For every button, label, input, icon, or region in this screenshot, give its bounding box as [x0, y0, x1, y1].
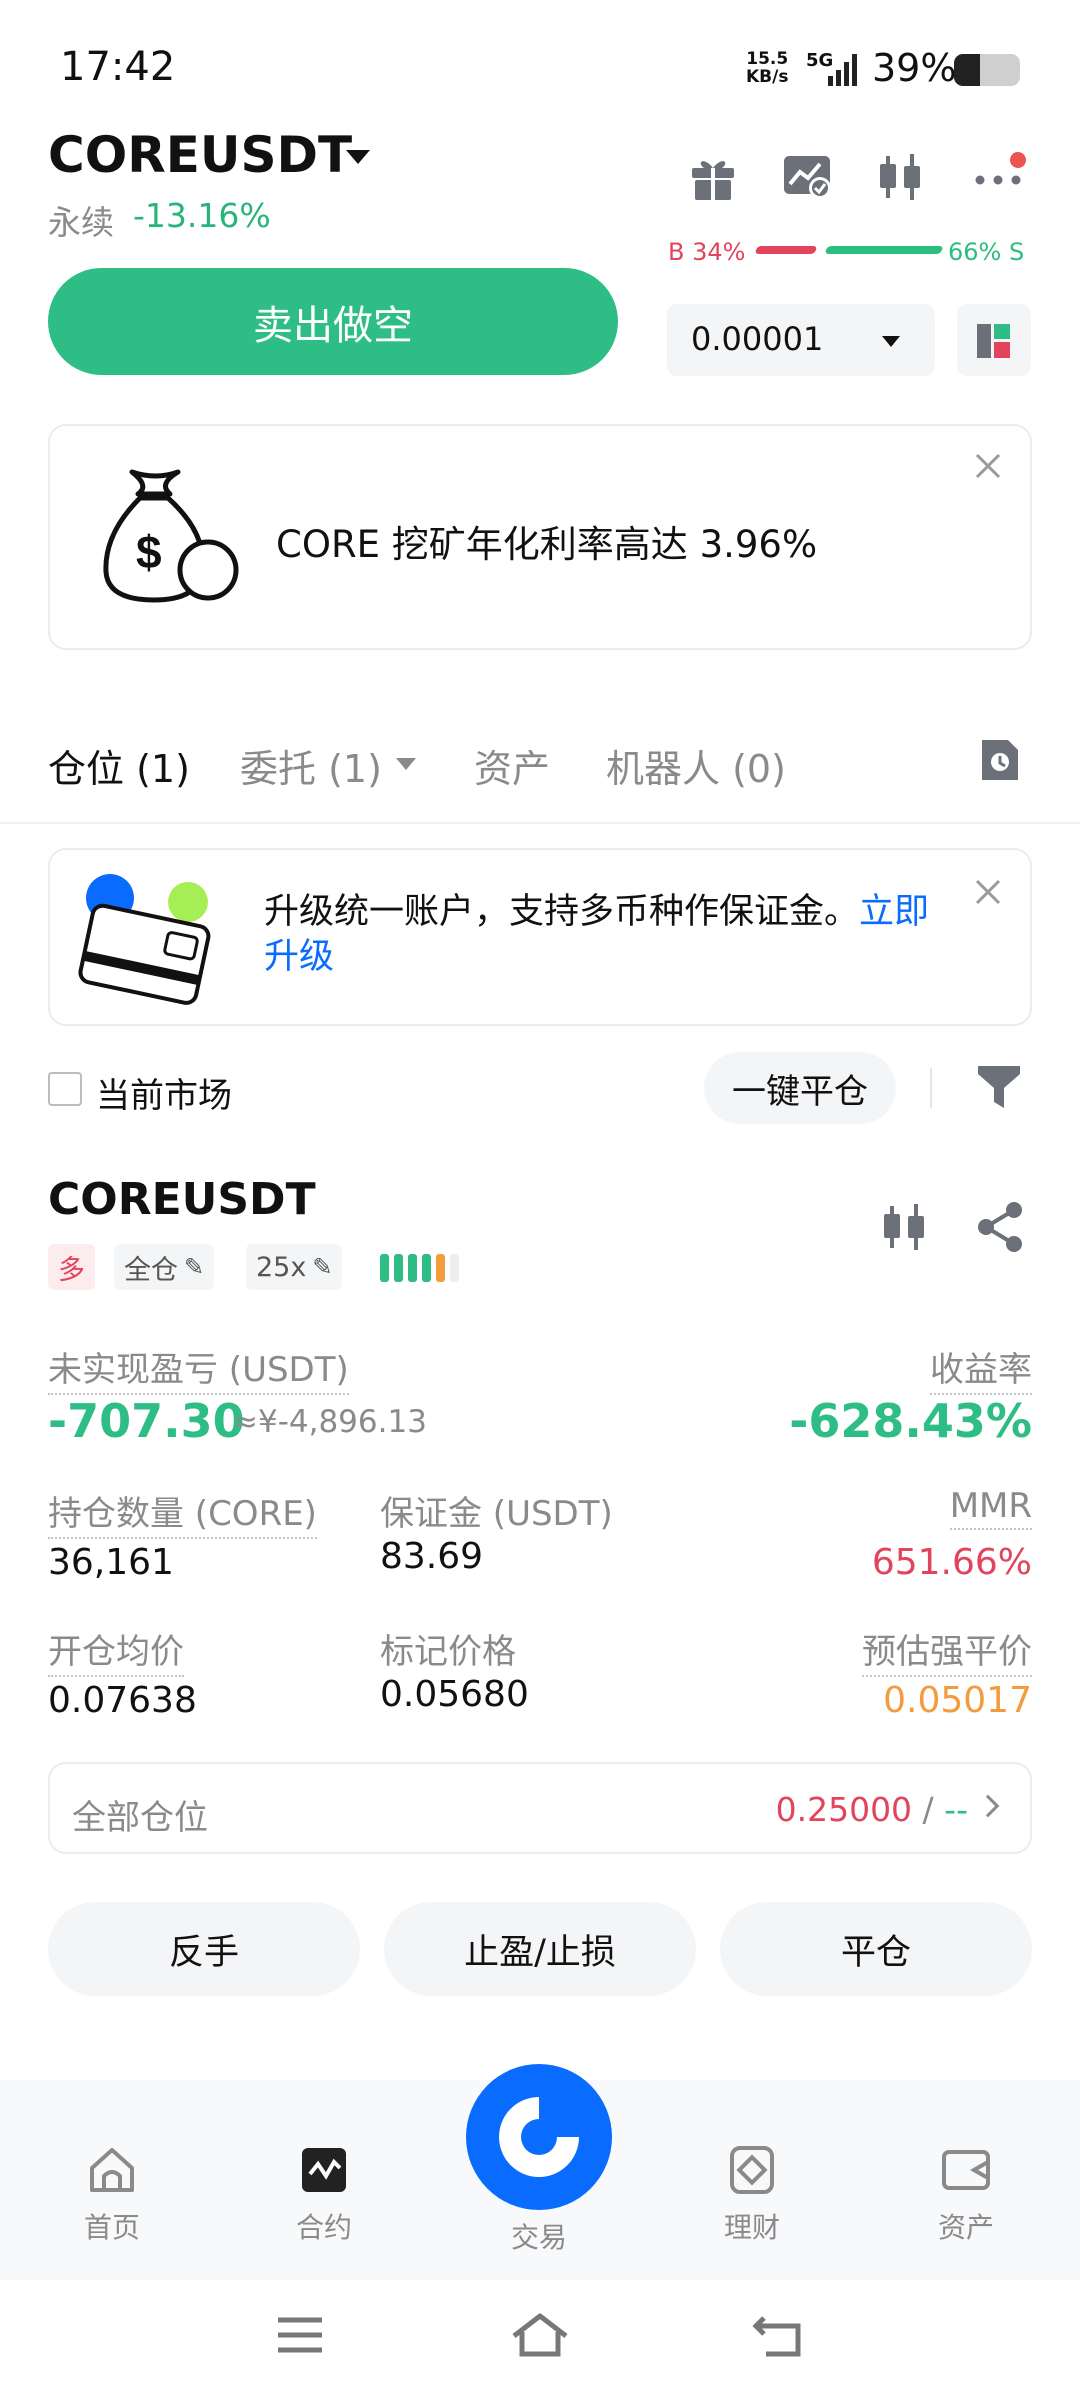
promo-text: CORE 挖矿年化利率高达 3.96% [276, 523, 818, 566]
close-all-button[interactable]: 一键平仓 [704, 1052, 896, 1124]
position-size-value: 36,161 [48, 1542, 174, 1583]
price-change: -13.16% [133, 196, 271, 235]
candlestick-icon[interactable] [874, 150, 928, 204]
entry-price-value: 0.07638 [48, 1680, 197, 1721]
share-icon[interactable] [974, 1200, 1028, 1254]
nav-trade[interactable] [466, 2064, 612, 2210]
candlestick-icon[interactable] [878, 1200, 932, 1254]
back-icon[interactable] [750, 2310, 810, 2360]
chevron-down-icon[interactable] [396, 758, 416, 770]
current-market-label[interactable]: 当前市场 [96, 1068, 232, 1117]
roe-value: -628.43% [789, 1394, 1032, 1448]
status-time: 17:42 [60, 44, 176, 90]
tp-sl-button[interactable]: 止盈/止损 [384, 1902, 696, 1996]
adl-indicator-bar [422, 1254, 431, 1282]
current-market-checkbox[interactable] [48, 1072, 82, 1106]
roe-label[interactable]: 收益率 [930, 1342, 1032, 1395]
tab-bots[interactable]: 机器人 (0) [606, 738, 786, 793]
layout-icon [977, 324, 1010, 358]
close-icon[interactable] [974, 878, 1002, 906]
notification-dot [1010, 152, 1026, 168]
position-symbol: COREUSDT [48, 1174, 316, 1225]
battery-icon [954, 54, 1020, 86]
adl-indicator-bar [436, 1254, 445, 1282]
separator [930, 1068, 932, 1108]
nav-home[interactable]: 首页 [42, 2144, 182, 2246]
close-position-button[interactable]: 平仓 [720, 1902, 1032, 1996]
buy-ratio-bar [754, 246, 818, 254]
menu-icon[interactable] [270, 2310, 330, 2360]
gift-icon[interactable] [686, 150, 740, 204]
tab-assets[interactable]: 资产 [474, 738, 550, 793]
unrealized-pnl-label[interactable]: 未实现盈亏 (USDT) [48, 1342, 349, 1395]
all-positions-value: 0.25000 / -- [775, 1790, 968, 1829]
sell-short-button[interactable]: 卖出做空 [48, 268, 618, 375]
filter-icon[interactable] [976, 1062, 1022, 1112]
pair-title[interactable]: COREUSDT [48, 126, 352, 184]
mmr-label[interactable]: MMR [949, 1486, 1032, 1530]
network-speed: 15.5 KB/s [746, 49, 789, 87]
entry-price-label[interactable]: 开仓均价 [48, 1624, 184, 1677]
position-size-label[interactable]: 持仓数量 (CORE) [48, 1486, 317, 1539]
nav-assets[interactable]: 资产 [896, 2144, 1036, 2246]
edit-icon: ✎ [312, 1253, 333, 1281]
reverse-button[interactable]: 反手 [48, 1902, 360, 1996]
signal-icon [828, 54, 857, 86]
adl-indicator-bar [394, 1254, 403, 1282]
tab-positions[interactable]: 仓位 (1) [48, 738, 190, 793]
adl-indicator-bar [380, 1254, 389, 1282]
close-icon[interactable] [974, 452, 1002, 480]
liquidation-price-value: 0.05017 [883, 1680, 1032, 1721]
history-doc-icon[interactable] [978, 736, 1022, 784]
mark-price-label: 标记价格 [380, 1632, 516, 1672]
futures-icon [302, 2148, 346, 2192]
trade-icon [499, 2097, 579, 2177]
sell-ratio-bar [824, 246, 944, 254]
unrealized-pnl-value: -707.30 [48, 1394, 245, 1448]
leverage-badge[interactable]: 25x ✎ [246, 1244, 343, 1290]
mark-price-value: 0.05680 [380, 1674, 529, 1715]
unrealized-pnl-cny: ≈¥-4,896.13 [232, 1404, 427, 1440]
margin-label: 保证金 (USDT) [380, 1494, 613, 1534]
wallet-icon [942, 2150, 990, 2190]
precision-value: 0.00001 [691, 320, 824, 358]
sell-ratio: 66% S [948, 238, 1025, 266]
chart-check-icon[interactable] [780, 150, 834, 204]
tabs-divider [0, 822, 1080, 824]
battery-percent: 39% [872, 46, 957, 90]
adl-indicator-bar [408, 1254, 417, 1282]
home-icon[interactable] [510, 2310, 570, 2360]
chevron-down-icon [882, 336, 900, 347]
upgrade-text: 升级统一账户，支持多币种作保证金。立即升级 [264, 892, 930, 977]
orderbook-layout-button[interactable] [957, 304, 1031, 376]
svg-text:$: $ [136, 526, 162, 578]
wallet-icon [78, 874, 211, 1005]
contract-type: 永续 [48, 203, 114, 242]
nav-trade-label[interactable]: 交易 [466, 2216, 612, 2256]
mmr-value: 651.66% [871, 1542, 1032, 1583]
buy-ratio: B 34% [668, 238, 746, 266]
margin-mode-badge[interactable]: 全仓 ✎ [114, 1244, 215, 1290]
edit-icon: ✎ [184, 1253, 205, 1281]
home-icon [90, 2148, 134, 2192]
adl-indicator-bar [450, 1254, 459, 1282]
margin-value: 83.69 [380, 1536, 484, 1577]
tab-orders[interactable]: 委托 (1) [240, 738, 382, 793]
side-badge: 多 [48, 1244, 95, 1290]
all-positions-label: 全部仓位 [72, 1798, 208, 1838]
nav-futures[interactable]: 合约 [254, 2144, 394, 2246]
money-bag-icon: $ [103, 469, 239, 603]
nav-earn[interactable]: 理财 [682, 2144, 822, 2246]
liquidation-price-label[interactable]: 预估强平价 [862, 1624, 1032, 1677]
pair-dropdown-icon[interactable] [346, 150, 370, 164]
earn-icon [730, 2146, 774, 2194]
